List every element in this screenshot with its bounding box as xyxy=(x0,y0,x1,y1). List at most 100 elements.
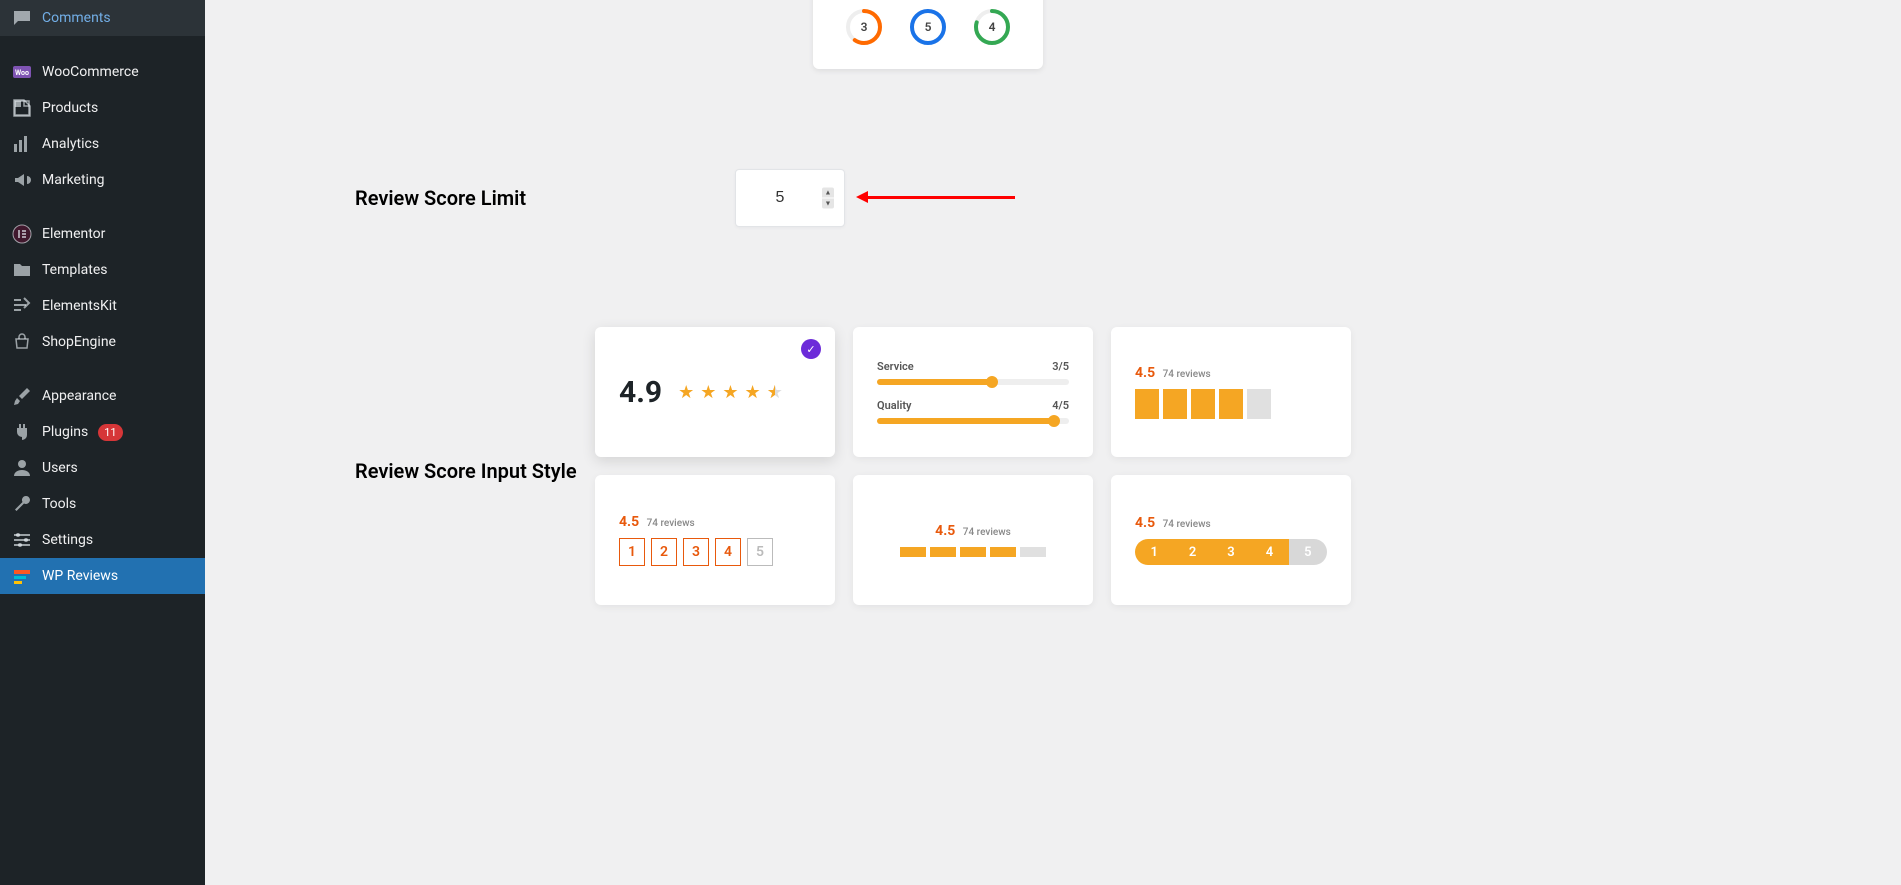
numbox: 4 xyxy=(715,538,741,566)
score-limit-input-wrap: ▲ ▼ xyxy=(735,169,845,227)
preview-circle-quality: Quality 4 xyxy=(972,0,1012,47)
sidebar-item-tools[interactable]: Tools xyxy=(0,486,205,522)
smallbar-segment xyxy=(990,547,1016,557)
brush-icon xyxy=(12,386,32,406)
preview-circle-design: Design 5 xyxy=(908,0,948,47)
smallbar-segment xyxy=(900,547,926,557)
pill-segment-off: 5 xyxy=(1289,539,1327,565)
wp-reviews-icon xyxy=(12,566,32,586)
style-score: 4.5 xyxy=(1135,515,1155,531)
sidebar-item-settings[interactable]: Settings xyxy=(0,522,205,558)
sidebar-item-wp-reviews[interactable]: WP Reviews xyxy=(0,558,205,594)
style-score: 4.9 xyxy=(619,375,662,410)
block-segment xyxy=(1219,389,1243,419)
style-reviews-count: 74 reviews xyxy=(647,518,695,529)
pill-segment: 4 xyxy=(1250,539,1288,565)
sidebar-item-label: Users xyxy=(42,460,78,476)
pill-segment: 2 xyxy=(1173,539,1211,565)
slider-label: Service xyxy=(877,360,914,373)
sidebar-item-label: Settings xyxy=(42,532,93,548)
sidebar-item-label: Appearance xyxy=(42,388,116,404)
block-segment xyxy=(1163,389,1187,419)
pill-segment: 3 xyxy=(1212,539,1250,565)
block-segment-off xyxy=(1247,389,1271,419)
star-icon: ★ xyxy=(700,382,716,403)
smallbar-segment-off xyxy=(1020,547,1046,557)
style-option-numboxes[interactable]: 4.5 74 reviews 1 2 3 4 5 xyxy=(595,475,835,605)
stepper-down[interactable]: ▼ xyxy=(822,199,834,209)
sidebar-item-shopengine[interactable]: ShopEngine xyxy=(0,324,205,360)
style-option-blocks[interactable]: 4.5 74 reviews xyxy=(1111,327,1351,457)
pill-segment: 1 xyxy=(1135,539,1173,565)
sidebar-item-analytics[interactable]: Analytics xyxy=(0,126,205,162)
folder-icon xyxy=(12,260,32,280)
style-reviews-count: 74 reviews xyxy=(963,527,1011,538)
block-segment xyxy=(1135,389,1159,419)
sidebar-item-label: WooCommerce xyxy=(42,64,139,80)
input-style-row: Review Score Input Style ✓ 4.9 ★ ★ ★ ★ ★ xyxy=(355,327,1861,605)
style-option-pill[interactable]: 4.5 74 reviews 1 2 3 4 5 xyxy=(1111,475,1351,605)
slider-label: Quality xyxy=(877,399,912,412)
sidebar-item-appearance[interactable]: Appearance xyxy=(0,378,205,414)
sidebar-item-label: Analytics xyxy=(42,136,99,152)
wrench-icon xyxy=(12,494,32,514)
style-option-sliders[interactable]: Service 3/5 Quality 4/5 xyxy=(853,327,1093,457)
sidebar-item-label: Elementor xyxy=(42,226,105,242)
star-icon: ★ xyxy=(722,382,738,403)
sidebar-item-plugins[interactable]: Plugins 11 xyxy=(0,414,205,450)
elementor-icon xyxy=(12,224,32,244)
sidebar-item-users[interactable]: Users xyxy=(0,450,205,486)
update-count-badge: 11 xyxy=(98,424,122,441)
analytics-icon xyxy=(12,134,32,154)
slider-fraction: 3/5 xyxy=(1052,360,1069,373)
sidebar-item-elementor[interactable]: Elementor xyxy=(0,216,205,252)
sidebar-item-label: Templates xyxy=(42,262,108,278)
svg-text:Woo: Woo xyxy=(15,69,29,77)
numbox: 2 xyxy=(651,538,677,566)
shopengine-icon xyxy=(12,332,32,352)
comment-icon xyxy=(12,8,32,28)
smallbar-segment xyxy=(930,547,956,557)
sidebar-item-marketing[interactable]: Marketing xyxy=(0,162,205,198)
megaphone-icon xyxy=(12,170,32,190)
numbox: 3 xyxy=(683,538,709,566)
numbox: 1 xyxy=(619,538,645,566)
preview-circles-card: Service 3 Design 5 Quality 4 xyxy=(813,0,1043,69)
style-score: 4.5 xyxy=(1135,365,1155,381)
star-icon: ★ xyxy=(678,382,694,403)
score-limit-row: Review Score Limit ▲ ▼ xyxy=(355,169,1861,227)
slider-fraction: 4/5 xyxy=(1052,399,1069,412)
smallbar-segment xyxy=(960,547,986,557)
selected-check-icon: ✓ xyxy=(801,339,821,359)
products-icon xyxy=(12,98,32,118)
sidebar-item-label: Tools xyxy=(42,496,76,512)
star-icon: ★ xyxy=(745,382,761,403)
woocommerce-icon: Woo xyxy=(12,62,32,82)
block-segment xyxy=(1191,389,1215,419)
style-option-smallbars[interactable]: 4.5 74 reviews xyxy=(853,475,1093,605)
sliders-icon xyxy=(12,530,32,550)
sidebar-item-label: Products xyxy=(42,100,98,116)
star-half-icon: ★ xyxy=(767,382,783,403)
sidebar-item-comments[interactable]: Comments xyxy=(0,0,205,36)
sidebar-item-templates[interactable]: Templates xyxy=(0,252,205,288)
score-limit-label: Review Score Limit xyxy=(355,186,735,210)
admin-sidebar: Comments Woo WooCommerce Products Analyt… xyxy=(0,0,205,885)
style-score: 4.5 xyxy=(619,514,639,530)
numbox-off: 5 xyxy=(747,538,773,566)
sidebar-item-label: WP Reviews xyxy=(42,568,118,584)
sidebar-item-elementskit[interactable]: ElementsKit xyxy=(0,288,205,324)
style-score: 4.5 xyxy=(935,523,955,539)
main-content: Service 3 Design 5 Quality 4 xyxy=(205,0,1901,885)
sidebar-item-label: ElementsKit xyxy=(42,298,117,314)
sidebar-item-label: ShopEngine xyxy=(42,334,116,350)
sidebar-item-label: Marketing xyxy=(42,172,105,188)
user-icon xyxy=(12,458,32,478)
style-option-stars[interactable]: ✓ 4.9 ★ ★ ★ ★ ★ xyxy=(595,327,835,457)
sidebar-item-woocommerce[interactable]: Woo WooCommerce xyxy=(0,54,205,90)
sidebar-item-products[interactable]: Products xyxy=(0,90,205,126)
elementskit-icon xyxy=(12,296,32,316)
sidebar-item-label: Plugins xyxy=(42,424,88,440)
sidebar-item-label: Comments xyxy=(42,10,111,26)
stepper-up[interactable]: ▲ xyxy=(822,188,834,198)
